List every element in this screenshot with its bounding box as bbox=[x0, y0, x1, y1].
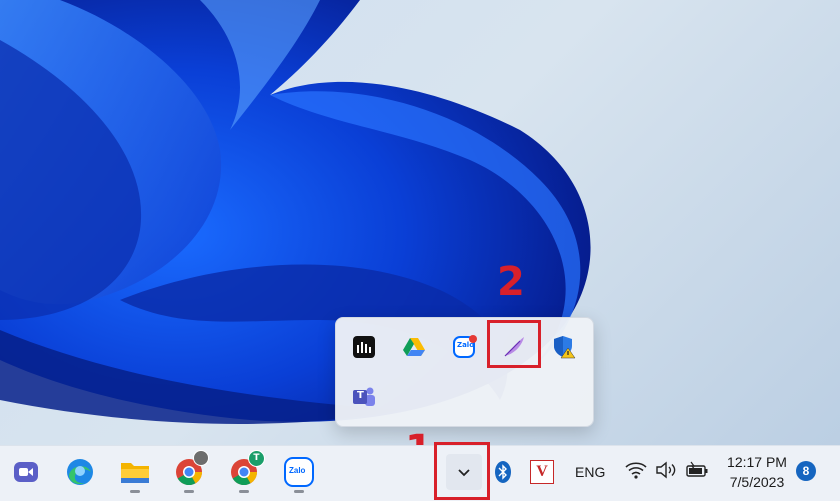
bluetooth-button[interactable] bbox=[494, 460, 514, 484]
running-indicator bbox=[239, 490, 249, 493]
bluetooth-icon bbox=[495, 461, 511, 483]
clock-time: 12:17 PM bbox=[727, 454, 787, 470]
language-indicator[interactable]: ENG bbox=[575, 464, 605, 480]
chrome-button-2[interactable]: T bbox=[226, 450, 265, 493]
video-call-app-button[interactable] bbox=[8, 454, 44, 490]
network-button[interactable] bbox=[625, 461, 647, 483]
wifi-icon bbox=[625, 462, 647, 479]
zalo-taskbar-label: Zalo bbox=[289, 466, 306, 475]
profile-badge: T bbox=[248, 450, 265, 467]
v-app-label: V bbox=[536, 463, 548, 480]
google-drive-icon[interactable] bbox=[399, 332, 429, 362]
hidden-icons-flyout: Zalo T bbox=[335, 317, 594, 427]
step-2-highlight bbox=[487, 320, 541, 368]
chrome-button-1[interactable] bbox=[171, 450, 209, 493]
zalo-label: Zalo bbox=[457, 341, 475, 349]
camera-icon bbox=[14, 462, 38, 482]
edge-icon bbox=[67, 459, 93, 485]
running-indicator bbox=[294, 490, 304, 493]
edge-browser-button[interactable] bbox=[62, 454, 98, 490]
zalo-button[interactable]: Zalo bbox=[281, 454, 317, 493]
audio-bars-icon[interactable] bbox=[349, 332, 379, 362]
battery-button[interactable] bbox=[685, 461, 709, 483]
folder-icon bbox=[121, 463, 149, 483]
speaker-icon bbox=[656, 461, 676, 479]
running-indicator bbox=[130, 490, 140, 493]
step-2-marker: 2 bbox=[497, 259, 525, 305]
teams-icon[interactable]: T bbox=[349, 382, 379, 412]
file-explorer-button[interactable] bbox=[117, 454, 153, 493]
battery-icon bbox=[686, 461, 708, 477]
taskbar: T Zalo V ENG 12:17 PM 7/5/2023 8 bbox=[0, 442, 840, 501]
volume-button[interactable] bbox=[655, 461, 677, 483]
teams-label: T bbox=[357, 390, 364, 401]
v-app-tray-button[interactable]: V bbox=[530, 460, 554, 484]
profile-avatar-icon bbox=[193, 450, 209, 466]
notification-badge[interactable]: 8 bbox=[796, 461, 816, 481]
zalo-icon[interactable]: Zalo bbox=[450, 332, 480, 362]
clock-date: 7/5/2023 bbox=[729, 474, 785, 490]
security-shield-warning-icon[interactable] bbox=[549, 332, 579, 362]
step-1-highlight bbox=[434, 442, 490, 500]
running-indicator bbox=[184, 490, 194, 493]
clock[interactable]: 12:17 PM 7/5/2023 bbox=[722, 452, 792, 492]
